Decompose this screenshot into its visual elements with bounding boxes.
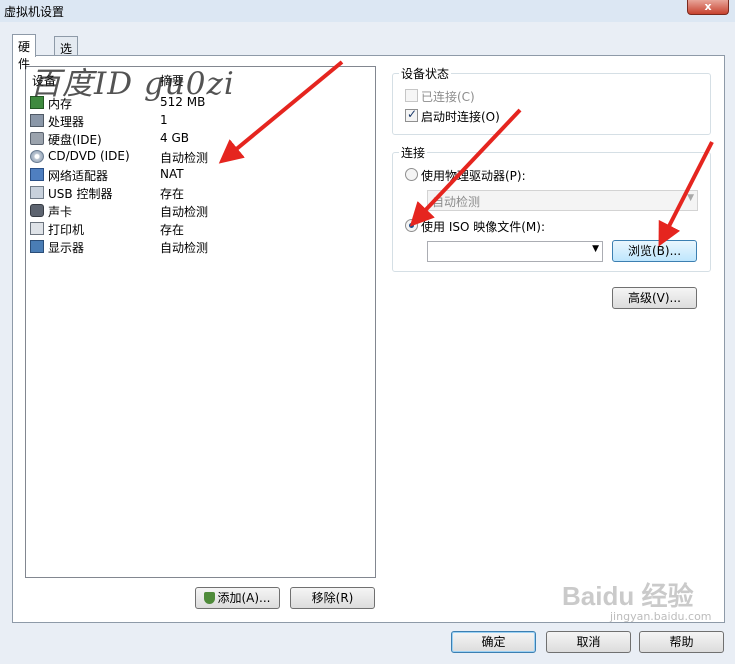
sound-card-icon xyxy=(30,204,44,217)
device-name: 打印机 xyxy=(48,223,85,237)
connection-group: 连接 使用物理驱动器(P): 自动检测 ▼ 使用 ISO 映像文件(M): ▼ … xyxy=(392,144,711,272)
hardware-row-network-adapter[interactable]: 网络适配器 NAT xyxy=(30,166,370,184)
device-summary: 自动检测 xyxy=(160,241,209,255)
iso-path-combobox[interactable]: ▼ xyxy=(427,241,603,262)
memory-icon xyxy=(30,96,44,109)
hardware-row-memory[interactable]: 内存 512 MB xyxy=(30,94,370,112)
connected-label: 已连接(C) xyxy=(421,90,475,104)
cpu-icon xyxy=(30,114,44,127)
use-physical-drive-radio[interactable] xyxy=(405,168,418,181)
hardware-list-header: 设备 摘要 xyxy=(32,72,372,90)
display-icon xyxy=(30,240,44,253)
hardware-tab-panel: 设备 摘要 内存 512 MB 处理器 1 硬盘(IDE) 4 GB CD/DV… xyxy=(12,55,725,623)
network-adapter-icon xyxy=(30,168,44,181)
device-name: 处理器 xyxy=(48,115,85,129)
help-button[interactable]: 帮助 xyxy=(639,631,724,653)
add-hardware-button[interactable]: 添加(A)... xyxy=(195,587,280,609)
hardware-row-sound-card[interactable]: 声卡 自动检测 xyxy=(30,202,370,220)
device-name: CD/DVD (IDE) xyxy=(48,149,130,163)
harddisk-icon xyxy=(30,132,44,145)
usb-icon xyxy=(30,186,44,199)
cd-dvd-icon xyxy=(30,150,44,163)
device-summary: 1 xyxy=(160,113,168,127)
connect-at-power-on-checkbox[interactable] xyxy=(405,107,418,122)
device-name: USB 控制器 xyxy=(48,187,113,201)
device-summary: 存在 xyxy=(160,187,185,201)
hardware-row-display[interactable]: 显示器 自动检测 xyxy=(30,238,370,256)
device-status-group: 设备状态 已连接(C) 启动时连接(O) xyxy=(392,65,711,135)
physical-drive-select[interactable]: 自动检测 ▼ xyxy=(427,190,698,211)
device-name: 网络适配器 xyxy=(48,169,109,183)
device-summary: 存在 xyxy=(160,223,185,237)
device-name: 声卡 xyxy=(48,205,73,219)
browse-button[interactable]: 浏览(B)... xyxy=(612,240,697,262)
device-summary: NAT xyxy=(160,167,184,181)
hardware-row-cd-dvd[interactable]: CD/DVD (IDE) 自动检测 xyxy=(30,148,370,166)
hardware-row-usb[interactable]: USB 控制器 存在 xyxy=(30,184,370,202)
connection-title: 连接 xyxy=(399,144,428,161)
column-header-device[interactable]: 设备 xyxy=(32,72,56,89)
use-iso-radio[interactable] xyxy=(405,219,418,232)
tab-hardware[interactable]: 硬件 xyxy=(12,34,37,71)
connected-checkbox[interactable] xyxy=(405,89,418,102)
remove-hardware-button[interactable]: 移除(R) xyxy=(290,587,375,609)
use-physical-drive-label: 使用物理驱动器(P): xyxy=(421,169,526,183)
device-summary: 4 GB xyxy=(160,131,189,145)
hardware-list[interactable]: 设备 摘要 内存 512 MB 处理器 1 硬盘(IDE) 4 GB CD/DV… xyxy=(25,66,376,578)
ok-button[interactable]: 确定 xyxy=(451,631,536,653)
add-button-label: 添加(A)... xyxy=(217,591,271,605)
close-button[interactable]: x xyxy=(687,0,729,15)
physical-drive-value: 自动检测 xyxy=(432,195,481,209)
device-name: 显示器 xyxy=(48,241,85,255)
device-name: 内存 xyxy=(48,97,73,111)
hardware-row-printer[interactable]: 打印机 存在 xyxy=(30,220,370,238)
chevron-down-icon: ▼ xyxy=(592,244,599,254)
shield-icon xyxy=(204,592,216,604)
advanced-button[interactable]: 高级(V)... xyxy=(612,287,697,309)
printer-icon xyxy=(30,222,44,235)
device-summary: 自动检测 xyxy=(160,205,209,219)
window-title: 虚拟机设置 xyxy=(4,5,65,19)
device-name: 硬盘(IDE) xyxy=(48,133,102,147)
title-bar: 虚拟机设置 x xyxy=(0,0,735,22)
hardware-row-harddisk[interactable]: 硬盘(IDE) 4 GB xyxy=(30,130,370,148)
device-summary: 512 MB xyxy=(160,95,206,109)
use-iso-label: 使用 ISO 映像文件(M): xyxy=(421,220,545,234)
hardware-row-processor[interactable]: 处理器 1 xyxy=(30,112,370,130)
connect-at-power-on-label: 启动时连接(O) xyxy=(421,110,500,124)
chevron-down-icon: ▼ xyxy=(687,193,694,203)
tab-options[interactable]: 选项 xyxy=(54,36,79,73)
column-header-summary[interactable]: 摘要 xyxy=(160,72,184,89)
device-summary: 自动检测 xyxy=(160,151,209,165)
device-status-title: 设备状态 xyxy=(399,65,452,82)
cancel-button[interactable]: 取消 xyxy=(546,631,631,653)
